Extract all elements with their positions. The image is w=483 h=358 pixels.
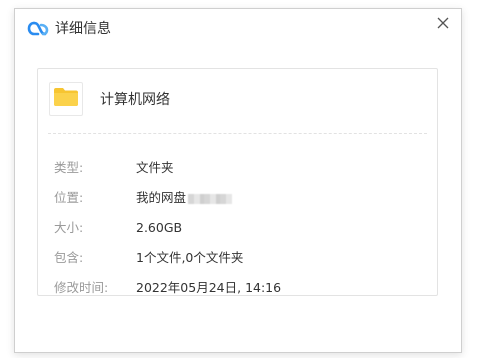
redacted-path (188, 193, 233, 204)
detail-value: 1个文件,0个文件夹 (136, 250, 244, 265)
dialog-title: 详细信息 (55, 21, 111, 37)
close-icon[interactable] (435, 15, 451, 31)
detail-label: 大小: (54, 220, 84, 235)
folder-icon (53, 87, 79, 111)
file-info-card: 计算机网络 类型: 文件夹 位置: 我的网盘 大小: 2.60GB 包含: 1个… (37, 68, 438, 296)
detail-value: 文件夹 (136, 160, 174, 175)
detail-value-wrap: 我的网盘 (136, 189, 233, 207)
baidu-netdisk-logo-icon (27, 20, 49, 38)
detail-label: 包含: (54, 250, 84, 265)
file-name: 计算机网络 (100, 92, 170, 108)
detail-label: 类型: (54, 160, 84, 175)
detail-label: 位置: (54, 190, 84, 205)
detail-value[interactable]: 我的网盘 (136, 190, 186, 205)
title-bar: 详细信息 (15, 9, 461, 49)
detail-value: 2.60GB (136, 220, 183, 235)
folder-thumbnail (49, 82, 83, 116)
detail-label: 修改时间: (54, 280, 109, 295)
detail-value: 2022年05月24日, 14:16 (136, 280, 282, 295)
details-dialog: 详细信息 计算机网络 类型: 文件夹 位置: 我的网盘 大小: 2.60GB 包… (14, 8, 462, 353)
divider (48, 133, 427, 134)
